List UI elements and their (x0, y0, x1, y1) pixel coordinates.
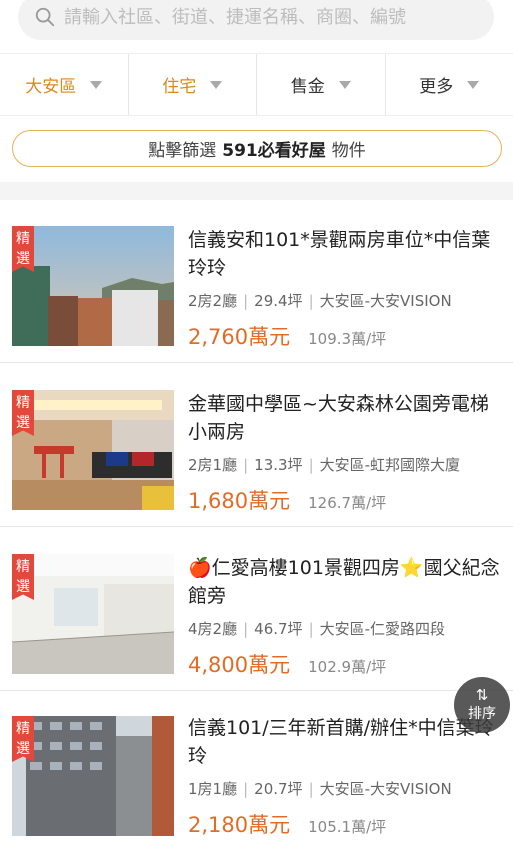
featured-filter-banner[interactable]: 點擊篩選 591必看好屋 物件 (12, 130, 502, 167)
filter-type[interactable]: 住宅 (129, 54, 257, 115)
sort-button[interactable]: ⇅ 排序 (454, 677, 510, 733)
search-bar[interactable] (18, 0, 494, 40)
listing-unit-price: 126.7萬/坪 (308, 494, 387, 512)
listing-unit-price: 102.9萬/坪 (308, 658, 387, 676)
listing-size: 20.7坪 (254, 780, 303, 798)
section-divider (0, 182, 513, 200)
filter-more[interactable]: 更多 (386, 54, 513, 115)
caret-down-icon (90, 80, 103, 89)
featured-tag: 精選 (12, 554, 34, 600)
listing-unit-price: 109.3萬/坪 (308, 330, 387, 348)
listing-meta: 4房2廳 | 46.7坪 | 大安區-仁愛路四段 (188, 620, 446, 638)
listing-item[interactable]: 精選 金華國中學區~大安森林公園旁電梯小兩房 2房1廳 | 13.3坪 | 大安區-虹邦… (0, 364, 513, 527)
listing-photo[interactable]: 精選 (12, 226, 174, 346)
listing-meta: 2房2廳 | 29.4坪 | 大安區-大安VISION (188, 292, 452, 310)
listing-size: 29.4坪 (254, 292, 303, 310)
caret-down-icon (210, 80, 223, 89)
listing-location: 大安區-仁愛路四段 (319, 620, 446, 638)
filter-price-label: 售金 (290, 77, 325, 97)
listing-title: 信義安和101*景觀兩房車位*中信葉玲玲 (188, 229, 491, 279)
listing-size: 46.7坪 (254, 620, 303, 638)
listing-item[interactable]: 精選 信義101/三年新首購/辦住*中信葉玲玲 1房1廳 | 20.7坪 | 大安區-大… (0, 692, 513, 853)
listing-price-row: 4,800萬元 102.9萬/坪 (188, 649, 503, 679)
listing-layout: 4房2廳 (188, 620, 238, 638)
listing-price: 2,760萬元 (188, 325, 291, 349)
listing-item[interactable]: 精選 信義安和101*景觀兩房車位*中信葉玲玲 2房2廳 | 29.4坪 | 大安區-大… (0, 200, 513, 363)
featured-tag: 精選 (12, 226, 34, 272)
featured-tag: 精選 (12, 716, 34, 762)
banner-suffix: 物件 (331, 141, 366, 161)
listing-location: 大安區-大安VISION (319, 292, 452, 310)
listing-title: 金華國中學區~大安森林公園旁電梯小兩房 (188, 393, 489, 443)
filter-more-label: 更多 (419, 77, 454, 97)
listing-info: 信義101/三年新首購/辦住*中信葉玲玲 1房1廳 | 20.7坪 | 大安區-大安VI… (188, 714, 503, 839)
listing-title: 🍎仁愛高樓101景觀四房⭐國父紀念館旁 (188, 557, 500, 607)
search-input[interactable] (64, 6, 484, 28)
listing-layout: 1房1廳 (188, 780, 238, 798)
listing-location: 大安區-大安VISION (319, 780, 452, 798)
listing-item[interactable]: 精選 🍎仁愛高樓101景觀四房⭐國父紀念館旁 4房2廳 | 46.7坪 | 大安區-仁愛… (0, 528, 513, 691)
caret-down-icon (467, 80, 480, 89)
search-icon (35, 7, 55, 27)
sort-label: 排序 (468, 706, 496, 722)
listing-info: 信義安和101*景觀兩房車位*中信葉玲玲 2房2廳 | 29.4坪 | 大安區-大安VI… (188, 226, 503, 351)
listing-location: 大安區-虹邦國際大廈 (319, 456, 461, 474)
search-area (0, 0, 513, 52)
listing-price: 4,800萬元 (188, 653, 291, 677)
filter-district[interactable]: 大安區 (0, 54, 129, 115)
listing-layout: 2房1廳 (188, 456, 238, 474)
filter-district-label: 大安區 (25, 77, 77, 97)
listing-photo[interactable]: 精選 (12, 554, 174, 674)
banner-highlight: 591必看好屋 (222, 141, 326, 161)
listing-unit-price: 105.1萬/坪 (308, 818, 387, 836)
listing-price-row: 1,680萬元 126.7萬/坪 (188, 485, 503, 515)
listing-title: 信義101/三年新首購/辦住*中信葉玲玲 (188, 717, 494, 767)
listing-price-row: 2,760萬元 109.3萬/坪 (188, 321, 503, 351)
listing-info: 金華國中學區~大安森林公園旁電梯小兩房 2房1廳 | 13.3坪 | 大安區-虹邦國際大… (188, 390, 503, 515)
listing-price: 1,680萬元 (188, 489, 291, 513)
sort-arrows-icon: ⇅ (475, 686, 489, 704)
filter-bar: 大安區 住宅 售金 更多 (0, 53, 513, 116)
listing-meta: 2房1廳 | 13.3坪 | 大安區-虹邦國際大廈 (188, 456, 461, 474)
banner-prefix: 點擊篩選 (148, 141, 217, 161)
filter-type-label: 住宅 (162, 77, 197, 97)
listing-price-row: 2,180萬元 105.1萬/坪 (188, 809, 503, 839)
featured-tag: 精選 (12, 390, 34, 436)
listing-size: 13.3坪 (254, 456, 303, 474)
filter-price[interactable]: 售金 (257, 54, 386, 115)
listing-meta: 1房1廳 | 20.7坪 | 大安區-大安VISION (188, 780, 452, 798)
listing-photo[interactable]: 精選 (12, 390, 174, 510)
listing-price: 2,180萬元 (188, 813, 291, 837)
listing-info: 🍎仁愛高樓101景觀四房⭐國父紀念館旁 4房2廳 | 46.7坪 | 大安區-仁愛路四段… (188, 554, 503, 679)
listing-layout: 2房2廳 (188, 292, 238, 310)
listing-photo[interactable]: 精選 (12, 716, 174, 836)
caret-down-icon (338, 80, 351, 89)
